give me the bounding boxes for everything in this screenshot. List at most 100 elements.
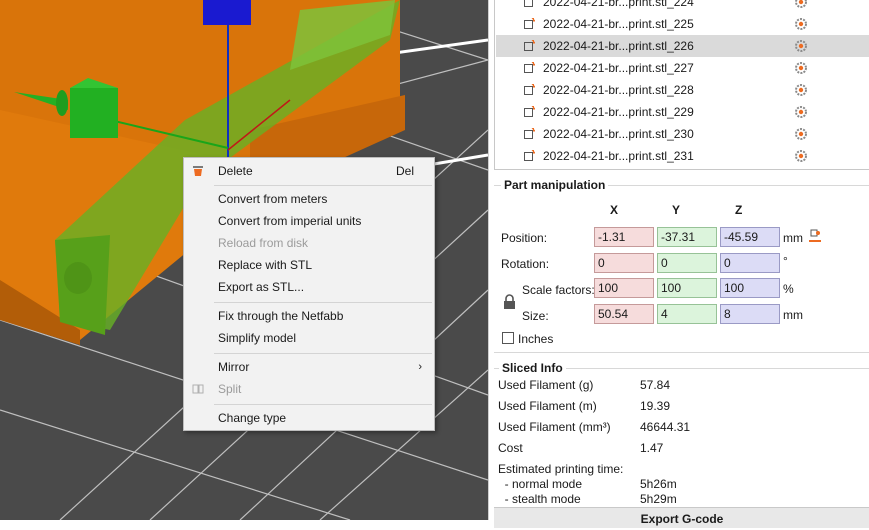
object-list-item[interactable]: 2022-04-21-br...print.stl_225 <box>496 13 869 35</box>
menu-item-label: Delete <box>218 164 253 178</box>
menu-item-shortcut: Del <box>395 164 414 178</box>
sliced-info-key: - normal mode <box>498 477 583 491</box>
lock-icon[interactable] <box>503 294 516 309</box>
menu-separator <box>214 185 432 186</box>
rotation-unit: ° <box>783 254 788 268</box>
scale-y-input[interactable]: 100 <box>657 278 717 298</box>
sliced-info-value: 19.39 <box>640 399 671 413</box>
object-name: 2022-04-21-br...print.stl_230 <box>543 127 694 141</box>
object-list-item[interactable]: 2022-04-21-br...print.stl_230 <box>496 123 869 145</box>
object-name: 2022-04-21-br...print.stl_225 <box>543 17 694 31</box>
rotation-y-input[interactable]: 0 <box>657 253 717 273</box>
size-z-input[interactable]: 8 <box>720 304 780 324</box>
menu-item-label: Reload from disk <box>218 236 309 250</box>
part-icon <box>524 106 535 117</box>
gizmo-y-handle[interactable] <box>70 88 118 138</box>
menu-item-label: Split <box>218 382 242 396</box>
position-x-input[interactable]: -1.31 <box>594 227 654 247</box>
size-unit: mm <box>783 308 803 322</box>
menu-item-delete[interactable]: Delete Del <box>184 160 434 182</box>
menu-item-change-type[interactable]: Change type <box>184 407 434 429</box>
part-icon <box>524 128 535 139</box>
chevron-right-icon: › <box>418 361 422 373</box>
sliced-info-key: Used Filament (g) <box>498 378 594 392</box>
object-name: 2022-04-21-br...print.stl_224 <box>543 0 694 9</box>
menu-item-split: Split <box>184 378 434 400</box>
rotation-z-input[interactable]: 0 <box>720 253 780 273</box>
object-list-item[interactable]: 2022-04-21-br...print.stl_226 <box>496 35 869 57</box>
menu-separator <box>214 353 432 354</box>
menu-item-export-stl[interactable]: Export as STL... <box>184 276 434 298</box>
object-list-item[interactable]: 2022-04-21-br...print.stl_229 <box>496 101 869 123</box>
rotation-x-input[interactable]: 0 <box>594 253 654 273</box>
menu-item-label: Mirror <box>218 360 250 374</box>
sliced-info-value: 5h29m <box>640 492 677 506</box>
part-icon <box>524 18 535 29</box>
menu-item-fix-netfabb[interactable]: Fix through the Netfabb <box>184 305 434 327</box>
scale-z-input[interactable]: 100 <box>720 278 780 298</box>
scale-x-input[interactable]: 100 <box>594 278 654 298</box>
part-icon <box>524 40 535 51</box>
position-unit: mm <box>783 231 803 245</box>
object-list-item[interactable]: 2022-04-21-br...print.stl_231 <box>496 145 869 167</box>
axis-label-y: Y <box>672 203 681 217</box>
position-label: Position: <box>501 231 548 245</box>
menu-separator <box>214 404 432 405</box>
object-list-item[interactable]: 2022-04-21-br...print.stl_224 <box>496 0 869 13</box>
rotation-label: Rotation: <box>501 257 550 271</box>
section-border <box>494 352 869 353</box>
menu-item-simplify-model[interactable]: Simplify model <box>184 327 434 349</box>
menu-separator <box>214 302 432 303</box>
menu-item-label: Convert from imperial units <box>218 214 362 228</box>
sliced-info-value: 57.84 <box>640 378 671 392</box>
export-gcode-button[interactable]: Export G-code <box>494 507 869 528</box>
settings-gear-icon[interactable] <box>794 127 808 141</box>
menu-item-reload-from-disk: Reload from disk <box>184 232 434 254</box>
sliced-info-value: 5h26m <box>640 477 677 491</box>
sliced-info-value: 46644.31 <box>640 420 691 434</box>
menu-item-replace-with-stl[interactable]: Replace with STL <box>184 254 434 276</box>
object-list-item[interactable]: 2022-04-21-br...print.stl_228 <box>496 79 869 101</box>
menu-item-convert-meters[interactable]: Convert from meters <box>184 188 434 210</box>
split-icon <box>192 384 204 394</box>
size-y-input[interactable]: 4 <box>657 304 717 324</box>
menu-item-convert-imperial[interactable]: Convert from imperial units <box>184 210 434 232</box>
settings-gear-icon[interactable] <box>794 149 808 163</box>
object-name: 2022-04-21-br...print.stl_231 <box>543 149 694 163</box>
object-list-item[interactable]: 2022-04-21-br...print.stl_227 <box>496 57 869 79</box>
menu-item-label: Replace with STL <box>218 258 313 272</box>
object-list[interactable]: 2022-04-21-br...print.stl_224 2022-04-21-… <box>494 0 869 170</box>
menu-item-label: Convert from meters <box>218 192 328 206</box>
settings-gear-icon[interactable] <box>794 39 808 53</box>
position-z-input[interactable]: -45.59 <box>720 227 780 247</box>
scale-label: Scale factors: <box>522 283 595 297</box>
position-y-input[interactable]: -37.31 <box>657 227 717 247</box>
inches-label: Inches <box>518 332 554 346</box>
part-icon <box>524 0 533 7</box>
object-name: 2022-04-21-br...print.stl_228 <box>543 83 694 97</box>
axis-label-x: X <box>610 203 619 217</box>
settings-gear-icon[interactable] <box>794 0 808 9</box>
settings-gear-icon[interactable] <box>794 17 808 31</box>
inches-checkbox[interactable] <box>502 332 514 344</box>
drop-to-bed-icon[interactable] <box>808 229 822 243</box>
menu-item-mirror[interactable]: Mirror › <box>184 356 434 378</box>
object-name: 2022-04-21-br...print.stl_227 <box>543 61 694 75</box>
settings-gear-icon[interactable] <box>794 83 808 97</box>
part-icon <box>524 84 535 95</box>
context-menu: Delete Del Convert from meters Convert f… <box>183 157 435 431</box>
gizmo-z-handle[interactable] <box>203 0 251 25</box>
menu-item-label: Change type <box>218 411 287 425</box>
size-x-input[interactable]: 50.54 <box>594 304 654 324</box>
part-manipulation-title: Part manipulation <box>501 178 609 192</box>
part-icon <box>524 150 535 161</box>
sliced-info-key: - stealth mode <box>498 492 581 506</box>
sliced-info-key: Used Filament (mm³) <box>498 420 611 434</box>
settings-gear-icon[interactable] <box>794 61 808 75</box>
settings-gear-icon[interactable] <box>794 105 808 119</box>
scale-unit: % <box>783 282 794 296</box>
menu-item-label: Export as STL... <box>218 280 305 294</box>
sliced-info-key: Used Filament (m) <box>498 399 597 413</box>
sliced-info-key: Estimated printing time: <box>498 462 624 476</box>
size-label: Size: <box>522 309 549 323</box>
